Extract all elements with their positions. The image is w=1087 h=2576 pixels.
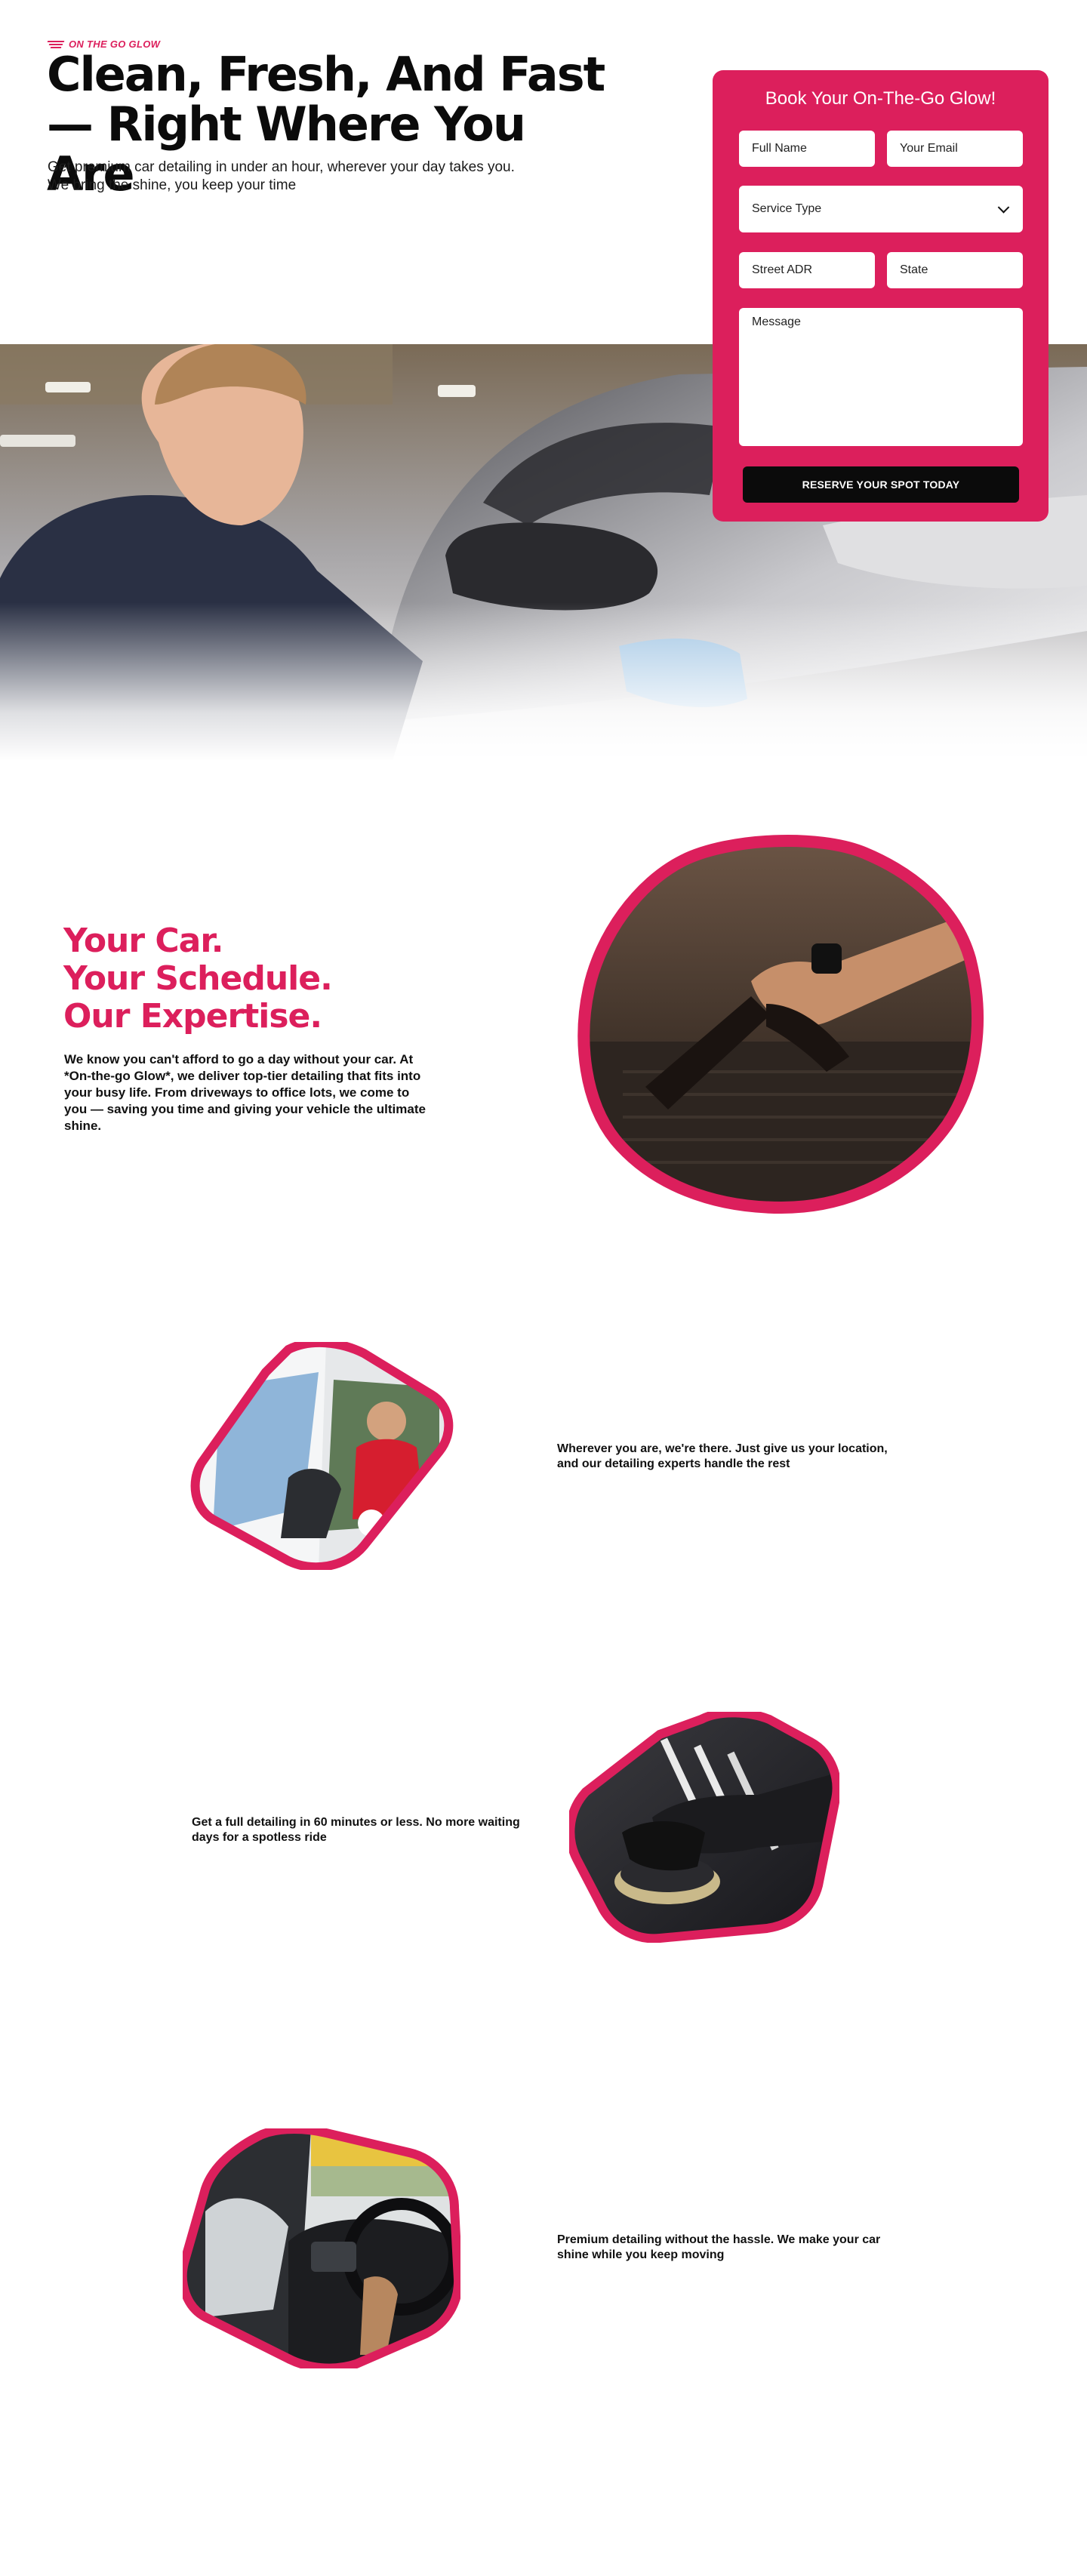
state-placeholder: State <box>900 263 928 276</box>
intro-title-line: Your Schedule. <box>63 959 333 998</box>
feature-text-speed: Get a full detailing in 60 minutes or le… <box>192 1816 520 1844</box>
reserve-button[interactable]: RESERVE YOUR SPOT TODAY <box>743 466 1019 503</box>
full-name-field[interactable]: Full Name <box>739 131 875 167</box>
feature-image-dashboard <box>177 2125 463 2373</box>
chevron-down-icon <box>997 202 1010 214</box>
hero-fade-overlay <box>0 602 1087 761</box>
street-field[interactable]: Street ADR <box>739 252 875 288</box>
service-type-placeholder: Service Type <box>752 202 822 215</box>
state-field[interactable]: State <box>887 252 1023 288</box>
intro-title: Your Car. Your Schedule. Our Expertise. <box>63 922 456 1036</box>
intro-image <box>577 830 985 1215</box>
feature-text-location: Wherever you are, we're there. Just give… <box>557 1442 888 1470</box>
street-placeholder: Street ADR <box>752 263 813 276</box>
feature-image-van <box>190 1338 454 1572</box>
service-type-select[interactable]: Service Type <box>739 186 1023 232</box>
hero-subtitle: Get premium car detailing in under an ho… <box>48 159 515 193</box>
booking-form: Book Your On-The-Go Glow! Full Name Your… <box>713 70 1049 522</box>
feature-image-polisher <box>565 1708 842 1944</box>
message-field[interactable]: Message <box>739 308 1023 446</box>
landing-page: ON THE GO GLOW Clean, Fresh, And Fast — … <box>0 0 1087 2576</box>
message-placeholder: Message <box>752 315 801 328</box>
intro-title-line: Our Expertise. <box>63 997 322 1036</box>
email-field[interactable]: Your Email <box>887 131 1023 167</box>
booking-title: Book Your On-The-Go Glow! <box>765 88 996 109</box>
intro-title-line: Your Car. <box>63 922 224 960</box>
full-name-placeholder: Full Name <box>752 142 807 155</box>
intro-body: We know you can't afford to go a day wit… <box>64 1052 426 1133</box>
feature-text-hassle-free: Premium detailing without the hassle. We… <box>557 2233 881 2261</box>
email-placeholder: Your Email <box>900 142 958 155</box>
